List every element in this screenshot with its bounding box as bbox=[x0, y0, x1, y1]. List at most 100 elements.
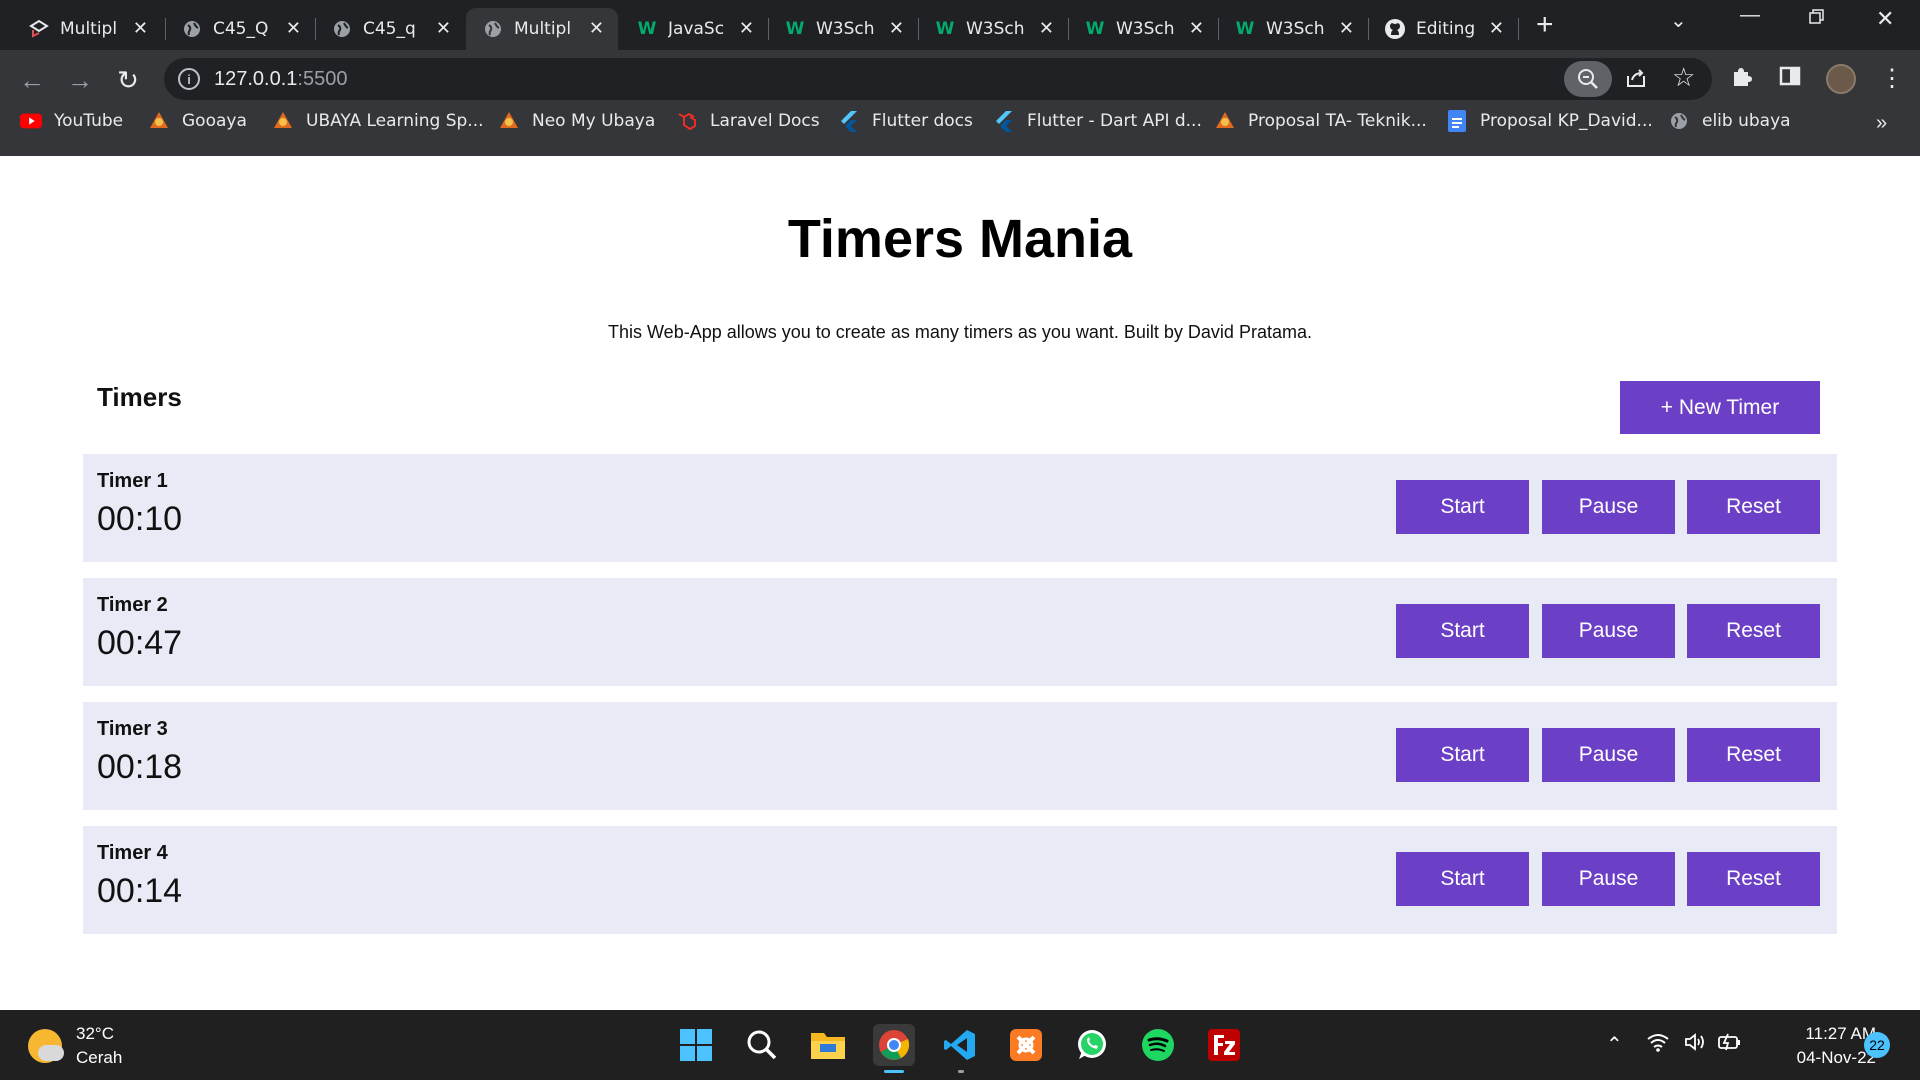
vscode-icon[interactable] bbox=[939, 1024, 981, 1066]
volume-icon[interactable] bbox=[1684, 1032, 1708, 1058]
close-icon[interactable]: ✕ bbox=[436, 18, 451, 39]
reset-button[interactable]: Reset bbox=[1687, 728, 1820, 782]
bookmark-flutter-docs[interactable]: Flutter docs bbox=[838, 110, 973, 132]
windows-start-icon[interactable] bbox=[675, 1024, 717, 1066]
system-clock[interactable]: 11:27 AM 04-Nov-22 bbox=[1750, 1022, 1876, 1070]
filezilla-icon[interactable] bbox=[1203, 1024, 1245, 1066]
browser-tab[interactable]: Multipl ✕ bbox=[12, 8, 162, 50]
bookmark-laravel-docs[interactable]: Laravel Docs bbox=[676, 110, 820, 132]
extensions-puzzle-icon[interactable] bbox=[1730, 64, 1754, 94]
bookmarks-bar: YouTube Gooaya UBAYA Learning Sp... Neo … bbox=[0, 110, 1920, 140]
address-bar[interactable]: i 127.0.0.1:5500 ☆ bbox=[164, 58, 1712, 100]
timer-name: Timer 1 bbox=[97, 470, 168, 492]
back-arrow-icon[interactable]: ← bbox=[16, 64, 48, 96]
browser-tab[interactable]: W W3Sch ✕ bbox=[768, 8, 918, 50]
timer-card: Timer 3 00:18 Start Pause Reset bbox=[83, 702, 1837, 810]
app-logo-icon bbox=[28, 18, 50, 40]
file-explorer-icon[interactable] bbox=[807, 1024, 849, 1066]
start-button[interactable]: Start bbox=[1396, 852, 1529, 906]
pause-button[interactable]: Pause bbox=[1542, 480, 1675, 534]
bookmark-label: Neo My Ubaya bbox=[532, 111, 656, 131]
close-icon[interactable]: ✕ bbox=[739, 18, 754, 39]
address-url[interactable]: 127.0.0.1:5500 bbox=[214, 68, 347, 91]
reset-button[interactable]: Reset bbox=[1687, 604, 1820, 658]
restore-icon[interactable] bbox=[1808, 8, 1826, 32]
bookmark-neo-my-ubaya[interactable]: Neo My Ubaya bbox=[498, 110, 655, 132]
window-close-icon[interactable]: ✕ bbox=[1876, 6, 1894, 32]
side-panel-icon[interactable] bbox=[1778, 64, 1802, 94]
zoom-icon[interactable] bbox=[1564, 61, 1612, 97]
start-button[interactable]: Start bbox=[1396, 480, 1529, 534]
new-timer-button[interactable]: + New Timer bbox=[1620, 381, 1820, 434]
timer-card: Timer 1 00:10 Start Pause Reset bbox=[83, 454, 1837, 562]
browser-tab[interactable]: W W3Sch ✕ bbox=[1068, 8, 1218, 50]
bookmark-label: Proposal TA- Teknik... bbox=[1248, 111, 1427, 131]
tab-search-chevron-icon[interactable]: ⌄ bbox=[1670, 8, 1687, 33]
globe-icon bbox=[1668, 110, 1690, 132]
forward-arrow-icon[interactable]: → bbox=[64, 64, 96, 96]
pause-button[interactable]: Pause bbox=[1542, 852, 1675, 906]
reload-icon[interactable]: ↻ bbox=[112, 64, 144, 96]
browser-tab[interactable]: C45_Q ✕ bbox=[165, 8, 315, 50]
bookmark-elib-ubaya[interactable]: elib ubaya bbox=[1668, 110, 1791, 132]
reset-button[interactable]: Reset bbox=[1687, 480, 1820, 534]
reset-button[interactable]: Reset bbox=[1687, 852, 1820, 906]
bookmark-label: Laravel Docs bbox=[710, 111, 820, 131]
chevron-up-icon[interactable]: ⌃ bbox=[1606, 1032, 1623, 1057]
close-icon[interactable]: ✕ bbox=[589, 18, 604, 39]
bookmark-gooaya[interactable]: Gooaya bbox=[148, 110, 247, 132]
ubaya-icon bbox=[272, 110, 294, 132]
pause-button[interactable]: Pause bbox=[1542, 604, 1675, 658]
battery-charging-icon[interactable] bbox=[1718, 1032, 1744, 1058]
close-icon[interactable]: ✕ bbox=[133, 18, 148, 39]
w3schools-icon: W bbox=[637, 19, 657, 39]
browser-tab[interactable]: W W3Sch ✕ bbox=[918, 8, 1068, 50]
xampp-icon[interactable] bbox=[1005, 1024, 1047, 1066]
tab-label: Multipl bbox=[514, 19, 572, 39]
more-menu-icon[interactable]: ⋮ bbox=[1880, 64, 1904, 93]
chrome-icon[interactable] bbox=[873, 1024, 915, 1066]
tab-label: Editing bbox=[1416, 19, 1476, 39]
close-icon[interactable]: ✕ bbox=[1339, 18, 1354, 39]
start-button[interactable]: Start bbox=[1396, 728, 1529, 782]
browser-toolbar: ← → ↻ i 127.0.0.1:5500 ☆ ⋮ YouTube Gooay… bbox=[0, 50, 1920, 156]
browser-tab[interactable]: Editing ✕ bbox=[1368, 8, 1518, 50]
wifi-icon[interactable] bbox=[1646, 1032, 1670, 1058]
bookmark-label: Flutter docs bbox=[872, 111, 973, 131]
browser-tab[interactable]: W W3Sch ✕ bbox=[1218, 8, 1368, 50]
start-button[interactable]: Start bbox=[1396, 604, 1529, 658]
bookmark-flutter-dart-api[interactable]: Flutter - Dart API d... bbox=[993, 110, 1202, 132]
bookmark-proposal-ta[interactable]: Proposal TA- Teknik... bbox=[1214, 110, 1427, 132]
avatar[interactable] bbox=[1826, 64, 1856, 94]
bookmarks-overflow-icon[interactable]: » bbox=[1876, 112, 1887, 135]
minimize-icon[interactable]: — bbox=[1740, 4, 1760, 27]
timer-name: Timer 4 bbox=[97, 842, 168, 864]
laravel-icon bbox=[676, 110, 698, 132]
close-icon[interactable]: ✕ bbox=[286, 18, 301, 39]
browser-tab[interactable]: W JavaSc ✕ bbox=[620, 8, 768, 50]
w3schools-icon: W bbox=[785, 19, 805, 39]
close-icon[interactable]: ✕ bbox=[1039, 18, 1054, 39]
close-icon[interactable]: ✕ bbox=[889, 18, 904, 39]
close-icon[interactable]: ✕ bbox=[1189, 18, 1204, 39]
info-icon[interactable]: i bbox=[178, 68, 200, 90]
new-tab-plus-icon[interactable]: + bbox=[1536, 10, 1554, 40]
browser-tab[interactable]: C45_q ✕ bbox=[315, 8, 465, 50]
whatsapp-icon[interactable] bbox=[1071, 1024, 1113, 1066]
spotify-icon[interactable] bbox=[1137, 1024, 1179, 1066]
share-icon[interactable] bbox=[1624, 66, 1648, 96]
search-icon[interactable] bbox=[741, 1024, 783, 1066]
close-icon[interactable]: ✕ bbox=[1489, 18, 1504, 39]
notification-badge[interactable]: 22 bbox=[1864, 1032, 1890, 1058]
windows-taskbar: 32°C Cerah ⌃ 11:27 AM 04-Nov-22 22 bbox=[0, 1010, 1920, 1080]
browser-tab-active[interactable]: Multipl ✕ bbox=[466, 8, 618, 50]
bookmark-youtube[interactable]: YouTube bbox=[20, 110, 123, 132]
bookmark-proposal-kp[interactable]: Proposal KP_David... bbox=[1446, 110, 1653, 132]
flutter-icon bbox=[993, 110, 1015, 132]
bookmark-star-icon[interactable]: ☆ bbox=[1672, 62, 1695, 93]
browser-tab-bar: Multipl ✕ C45_Q ✕ C45_q ✕ Multipl ✕ W Ja… bbox=[0, 0, 1920, 50]
bookmark-ubaya-learning[interactable]: UBAYA Learning Sp... bbox=[272, 110, 484, 132]
weather-widget[interactable]: 32°C Cerah bbox=[28, 1022, 122, 1070]
pause-button[interactable]: Pause bbox=[1542, 728, 1675, 782]
url-host: 127.0.0.1 bbox=[214, 68, 298, 90]
